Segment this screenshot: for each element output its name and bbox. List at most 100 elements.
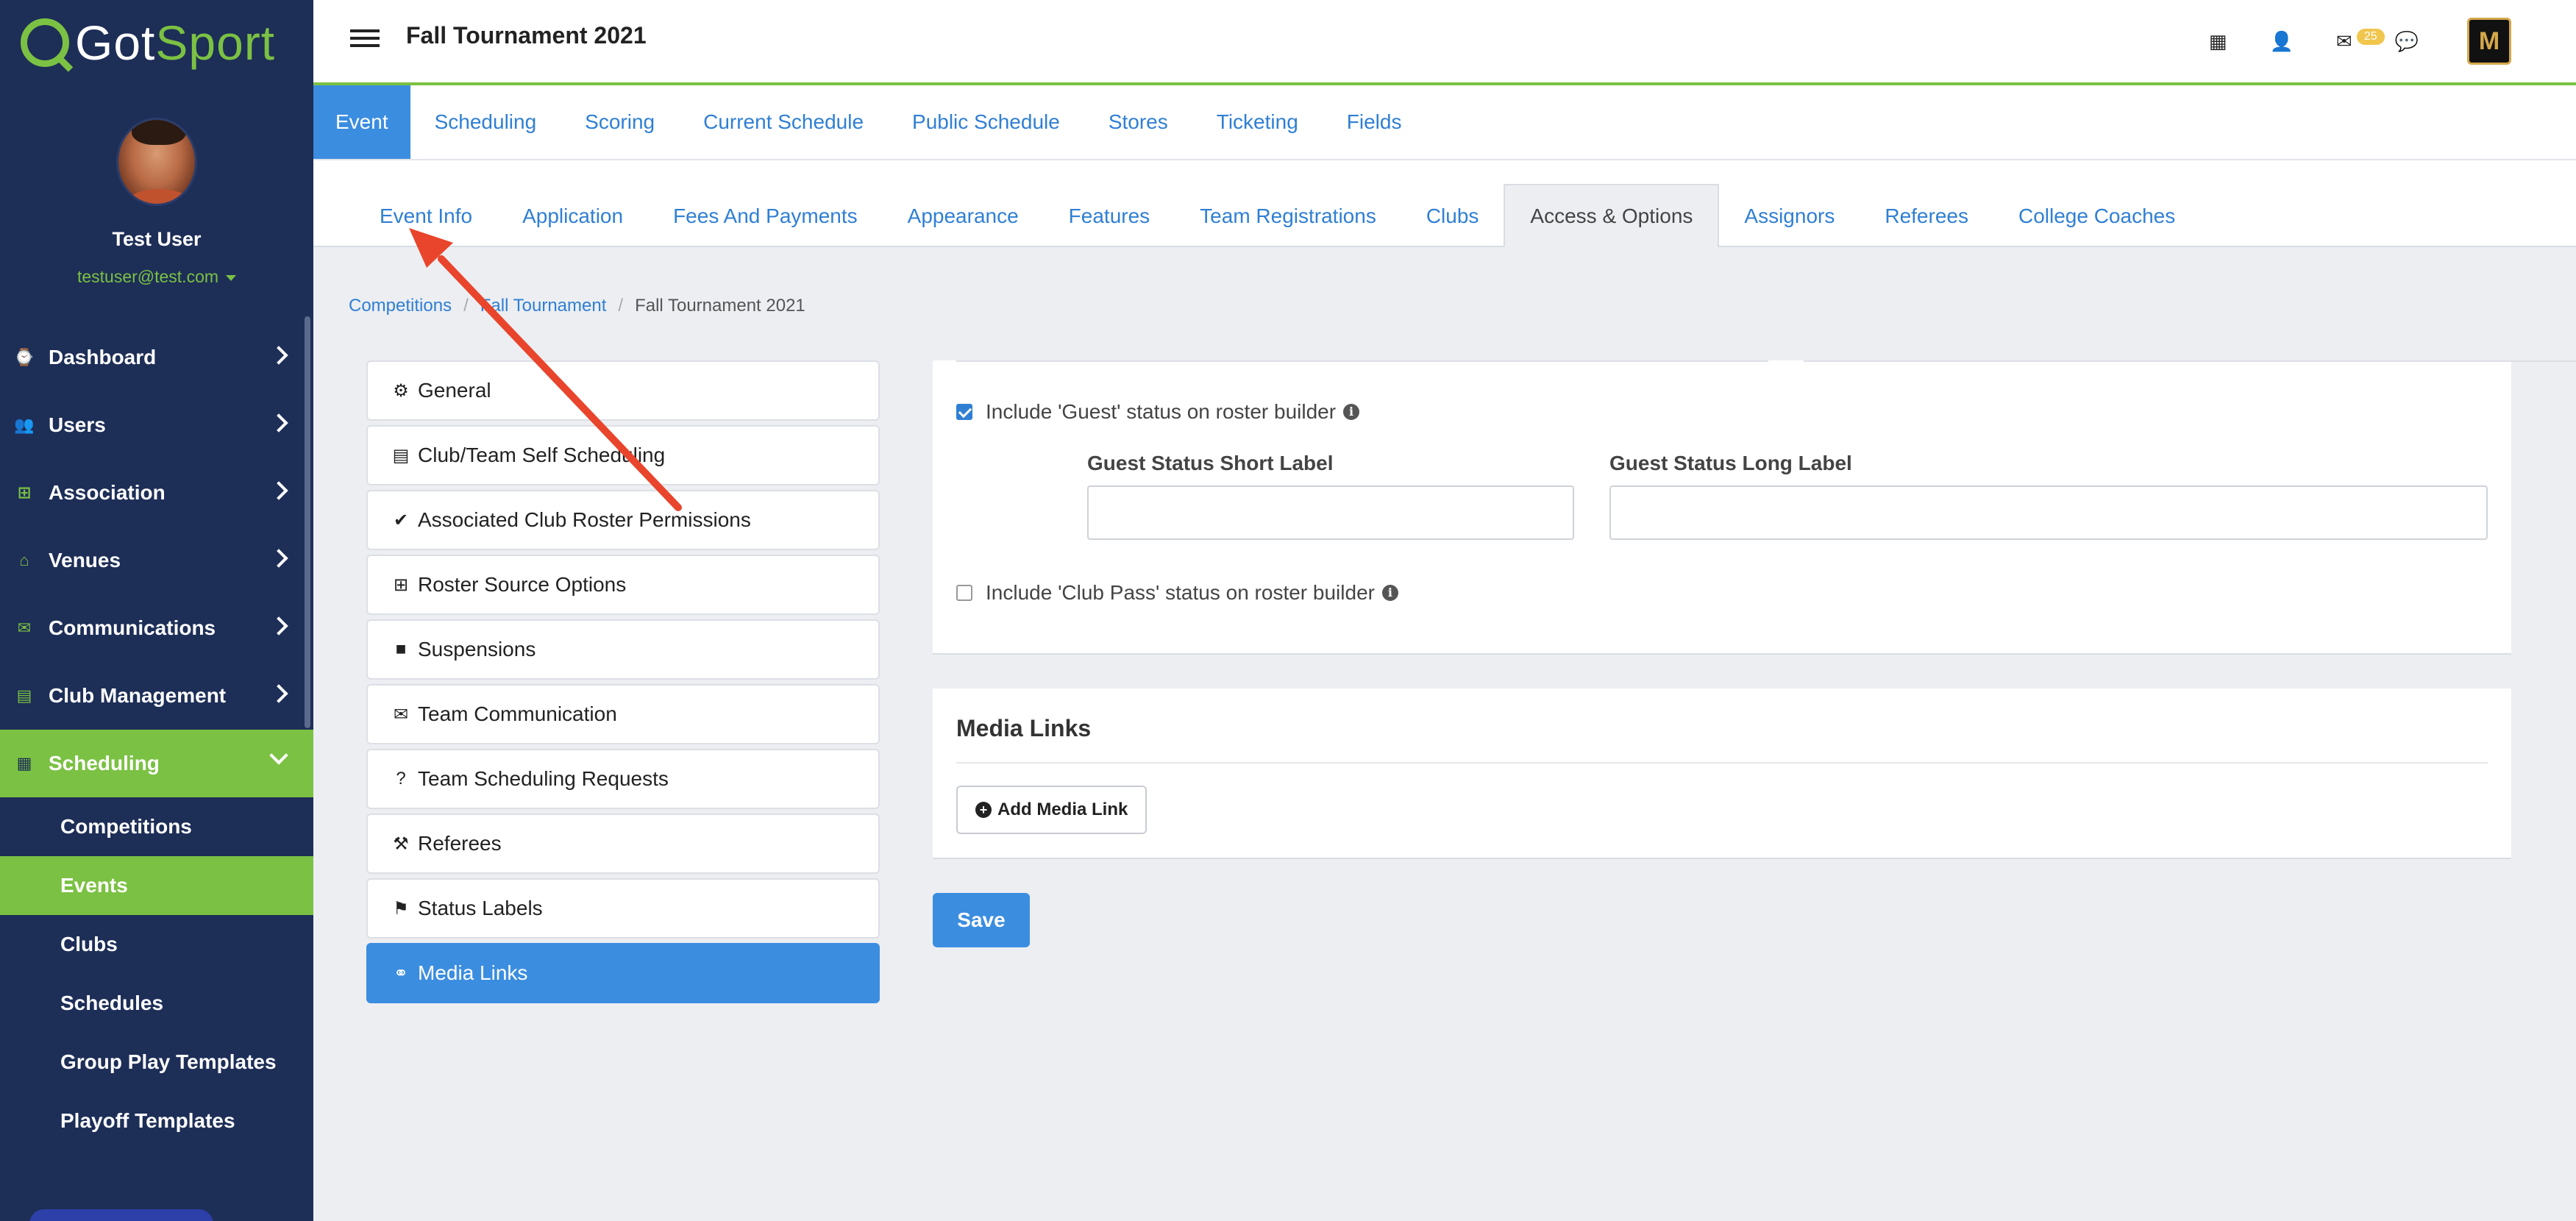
sidebar-item-label: Scheduling xyxy=(49,752,160,775)
user-email-dropdown[interactable]: testuser@test.com xyxy=(0,267,313,287)
tab-access-and-options[interactable]: Access & Options xyxy=(1504,184,1720,247)
sidebar-subitem-schedules[interactable]: Schedules xyxy=(0,974,313,1033)
plus-circle-icon: + xyxy=(975,802,992,818)
menu-item-label: Club/Team Self Scheduling xyxy=(418,444,666,466)
message-count-badge: 25 xyxy=(2356,28,2385,45)
tab-event-info[interactable]: Event Info xyxy=(355,160,497,246)
tab-fields[interactable]: Fields xyxy=(1323,85,1426,159)
tab-scheduling[interactable]: Scheduling xyxy=(410,85,561,159)
settings-menu: ⚙ General ▤ Club/Team Self Scheduling ✔ … xyxy=(366,360,880,1008)
menu-item-status-labels[interactable]: ⚑ Status Labels xyxy=(366,878,880,939)
tab-clubs[interactable]: Clubs xyxy=(1401,160,1504,246)
guest-short-input[interactable] xyxy=(1087,485,1574,540)
qrcode-icon[interactable]: ▦ xyxy=(2209,30,2227,53)
sidebar-subitem-group-play-templates[interactable]: Group Play Templates xyxy=(0,1033,313,1092)
users-icon: 👥 xyxy=(14,416,35,434)
logo[interactable]: GotSport xyxy=(0,0,313,85)
sidebar-nav: ⌚ Dashboard 👥 Users ⊞ Association ⌂ Venu… xyxy=(0,324,313,1150)
sidebar-item-communications[interactable]: ✉ Communications xyxy=(0,594,313,662)
sidebar-item-label: Users xyxy=(49,413,106,436)
user-icon[interactable]: 👤 xyxy=(2269,30,2293,53)
tab-application[interactable]: Application xyxy=(497,160,648,246)
sidebar-item-venues[interactable]: ⌂ Venues xyxy=(0,527,313,594)
list-alt-icon: ▤ xyxy=(392,445,410,466)
envelope-icon[interactable]: ✉ 25 xyxy=(2336,28,2385,53)
breadcrumb: Competitions / Fall Tournament / Fall Tourna… xyxy=(349,296,805,316)
tab-referees[interactable]: Referees xyxy=(1860,160,1993,246)
guest-status-row: Include 'Guest' status on roster builder… xyxy=(956,400,1360,424)
info-icon[interactable]: i xyxy=(1343,404,1360,420)
menu-item-label: Referees xyxy=(418,832,502,855)
avatar[interactable] xyxy=(116,118,197,206)
guest-long-input[interactable] xyxy=(1609,485,2488,540)
breadcrumb-current: Fall Tournament 2021 xyxy=(635,296,805,316)
menu-item-team-scheduling-requests[interactable]: ? Team Scheduling Requests xyxy=(366,749,880,809)
dashboard-icon: ⌚ xyxy=(14,348,35,366)
tab-college-coaches[interactable]: College Coaches xyxy=(1993,160,2200,246)
menu-item-associated-club-roster-permissions[interactable]: ✔ Associated Club Roster Permissions xyxy=(366,490,880,550)
tab-scoring[interactable]: Scoring xyxy=(561,85,679,159)
tab-appearance[interactable]: Appearance xyxy=(883,160,1044,246)
chevron-right-icon xyxy=(269,346,288,365)
tab-assignors[interactable]: Assignors xyxy=(1719,160,1860,246)
chevron-right-icon xyxy=(269,549,288,568)
chat-icon[interactable]: 💬 xyxy=(2395,30,2419,53)
tab-stores[interactable]: Stores xyxy=(1084,85,1192,159)
sidebar-footer xyxy=(0,1136,313,1221)
caret-down-icon xyxy=(226,274,237,281)
roster-options-panel: Include 'Guest' status on roster builder… xyxy=(933,360,2576,655)
tab-ticketing[interactable]: Ticketing xyxy=(1192,85,1323,159)
tab-current-schedule[interactable]: Current Schedule xyxy=(679,85,888,159)
logo-icon xyxy=(21,18,69,67)
menu-item-suspensions[interactable]: ■ Suspensions xyxy=(366,619,880,680)
breadcrumb-fall-tournament[interactable]: Fall Tournament xyxy=(480,296,607,316)
organization-avatar[interactable]: M xyxy=(2467,18,2511,65)
square-icon: ■ xyxy=(395,639,407,659)
menu-item-team-communication[interactable]: ✉ Team Communication xyxy=(366,684,880,744)
tab-features[interactable]: Features xyxy=(1044,160,1175,246)
sidebar-subitem-events[interactable]: Events xyxy=(0,856,313,915)
save-button[interactable]: Save xyxy=(933,893,1030,947)
add-media-link-label: Add Media Link xyxy=(997,800,1128,819)
sidebar-subitem-clubs[interactable]: Clubs xyxy=(0,915,313,974)
sidebar-subitem-competitions[interactable]: Competitions xyxy=(0,797,313,856)
home-icon: ⌂ xyxy=(19,551,29,569)
menu-item-label: Team Scheduling Requests xyxy=(418,767,669,790)
sitemap-icon: ⊞ xyxy=(393,574,409,595)
sidebar-footer-button[interactable] xyxy=(29,1209,213,1221)
media-links-title: Media Links xyxy=(956,715,1092,741)
tab-fees-and-payments[interactable]: Fees And Payments xyxy=(648,160,883,246)
info-icon[interactable]: i xyxy=(1381,585,1398,601)
tab-team-registrations[interactable]: Team Registrations xyxy=(1175,160,1401,246)
sidebar-item-scheduling[interactable]: ▦ Scheduling xyxy=(0,730,313,797)
menu-item-media-links[interactable]: ⚭ Media Links xyxy=(366,943,880,1003)
club-pass-checkbox[interactable] xyxy=(956,585,972,601)
chevron-down-icon xyxy=(269,746,288,765)
tab-public-schedule[interactable]: Public Schedule xyxy=(888,85,1084,159)
sidebar-item-club-management[interactable]: ▤ Club Management xyxy=(0,662,313,730)
menu-item-club-team-self-scheduling[interactable]: ▤ Club/Team Self Scheduling xyxy=(366,425,880,485)
sidebar-item-users[interactable]: 👥 Users xyxy=(0,391,313,459)
sidebar: GotSport Test User testuser@test.com ⌚ D… xyxy=(0,0,313,1221)
chevron-right-icon xyxy=(269,684,288,703)
sidebar-item-label: Association xyxy=(49,481,166,504)
breadcrumb-competitions[interactable]: Competitions xyxy=(349,296,452,316)
list-icon: ▤ xyxy=(16,686,32,705)
menu-item-roster-source-options[interactable]: ⊞ Roster Source Options xyxy=(366,555,880,615)
divider xyxy=(956,762,2488,763)
gavel-icon: ⚒ xyxy=(393,833,409,854)
page-title: Fall Tournament 2021 xyxy=(406,22,647,49)
link-icon: ⚭ xyxy=(393,963,409,983)
tab-event[interactable]: Event xyxy=(313,85,410,159)
sidebar-item-dashboard[interactable]: ⌚ Dashboard xyxy=(0,324,313,391)
hamburger-menu-icon[interactable] xyxy=(350,29,380,50)
chevron-right-icon xyxy=(269,481,288,500)
guest-long-label: Guest Status Long Label xyxy=(1609,452,1852,474)
logo-text: GotSport xyxy=(75,15,276,70)
menu-item-referees[interactable]: ⚒ Referees xyxy=(366,814,880,874)
menu-item-general[interactable]: ⚙ General xyxy=(366,360,880,421)
add-media-link-button[interactable]: + Add Media Link xyxy=(956,786,1148,834)
guest-status-checkbox[interactable] xyxy=(956,404,972,420)
menu-item-label: Team Communication xyxy=(418,702,617,725)
sidebar-item-association[interactable]: ⊞ Association xyxy=(0,459,313,527)
